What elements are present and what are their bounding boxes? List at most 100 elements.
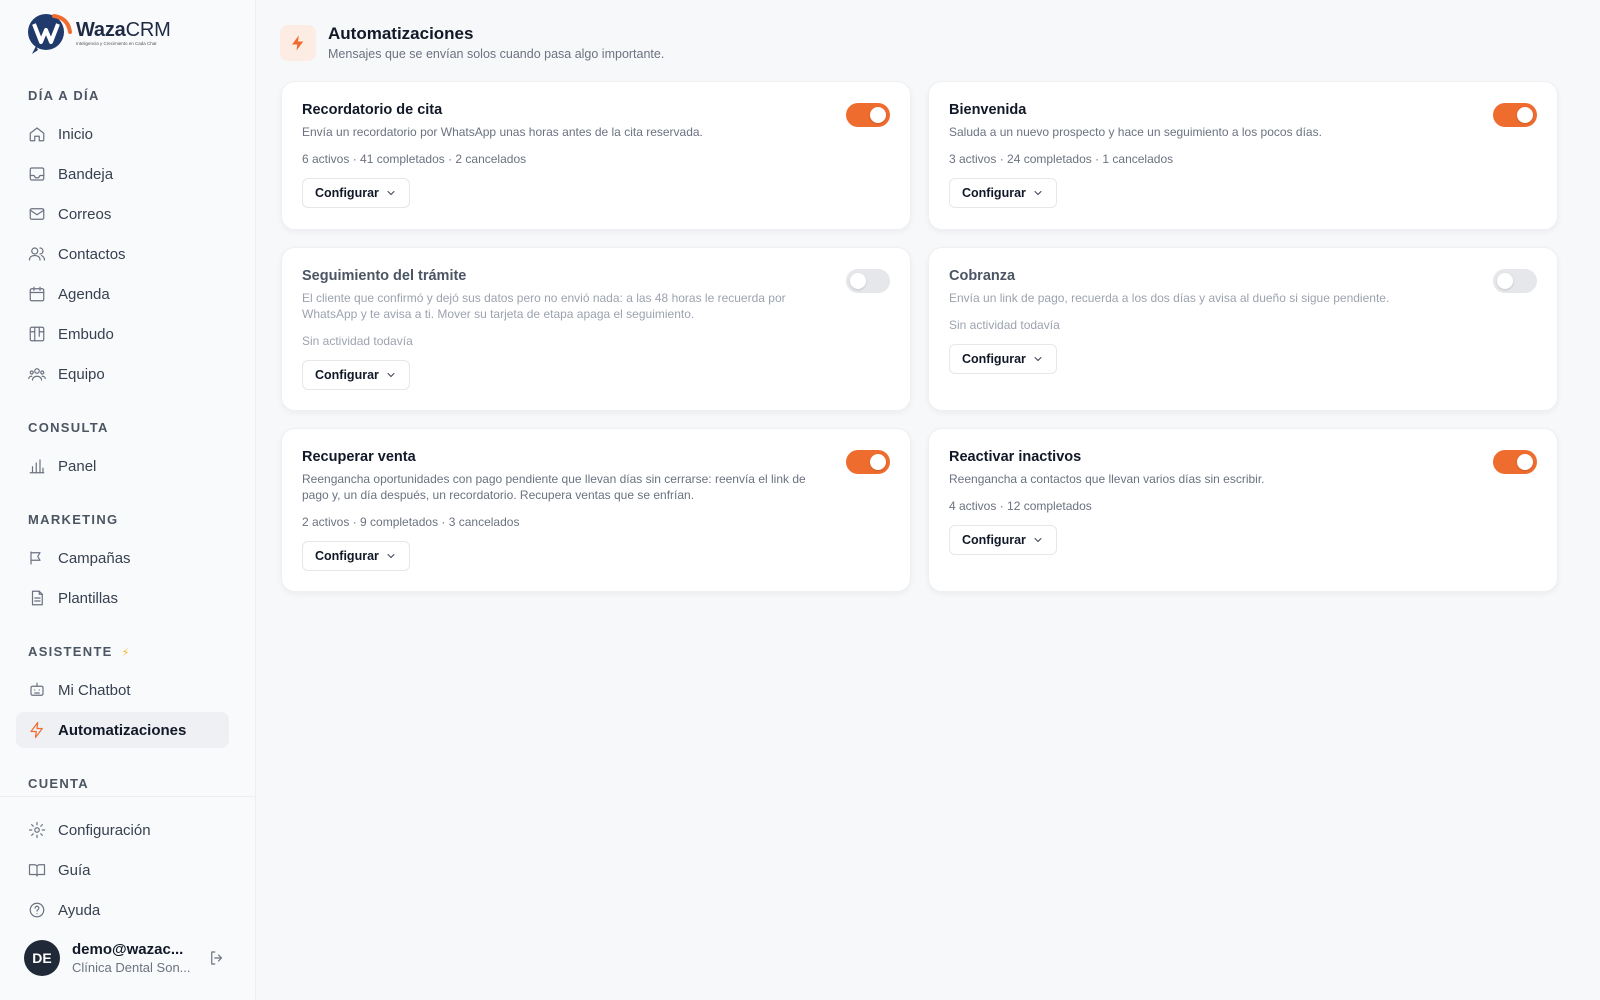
bolt-icon: [280, 24, 316, 61]
sidebar-item-bandeja[interactable]: Bandeja: [16, 156, 229, 192]
user-org: Clínica Dental Son...: [72, 960, 191, 975]
chevron-down-icon: [387, 373, 395, 377]
sidebar-item-plantillas[interactable]: Plantillas: [16, 580, 229, 616]
book-icon: [28, 861, 46, 879]
section-title-dia-a-dia: DÍA A DÍA: [28, 88, 100, 103]
card-title: Recordatorio de cita: [302, 102, 443, 118]
section-title-text: ASISTENTE: [28, 644, 113, 659]
configure-label: Configurar: [962, 533, 1026, 547]
card-stats: 3 activos · 24 completados · 1 cancelado…: [949, 152, 1174, 166]
toggle-knob: [870, 107, 886, 123]
sidebar-item-correos[interactable]: Correos: [16, 196, 229, 232]
home-icon: [28, 125, 46, 143]
gear-icon: [28, 821, 46, 839]
chevron-down-icon: [1034, 357, 1042, 361]
configure-button[interactable]: Configurar: [949, 525, 1057, 555]
sidebar-item-equipo[interactable]: Equipo: [16, 356, 229, 392]
card-title: Recuperar venta: [302, 449, 416, 465]
sidebar-item-label: Panel: [58, 457, 97, 475]
card-description: Reengancha oportunidades con pago pendie…: [302, 472, 806, 502]
enable-toggle[interactable]: [1493, 103, 1537, 127]
automation-card-recordatorio: Recordatorio de cita Envía un recordator…: [281, 81, 911, 230]
sidebar-item-panel[interactable]: Panel: [16, 448, 229, 484]
automation-card-bienvenida: Bienvenida Saluda a un nuevo prospecto y…: [928, 81, 1558, 230]
sidebar-item-ayuda[interactable]: Ayuda: [16, 892, 229, 928]
toggle-knob: [1517, 107, 1533, 123]
sidebar: WazaCRM Inteligencia y Crecimiento en Ca…: [0, 0, 256, 1000]
section-title-asistente: ASISTENTE ⚡: [28, 644, 131, 659]
configure-button[interactable]: Configurar: [302, 541, 410, 571]
section-title-consulta: CONSULTA: [28, 420, 109, 435]
enable-toggle[interactable]: [1493, 450, 1537, 474]
automation-card-seguimiento: Seguimiento del trámite El cliente que c…: [281, 247, 911, 411]
configure-button[interactable]: Configurar: [949, 178, 1057, 208]
sidebar-item-label: Guía: [58, 861, 91, 879]
mail-icon: [28, 205, 46, 223]
card-title: Bienvenida: [949, 102, 1027, 118]
sidebar-item-label: Plantillas: [58, 589, 119, 607]
card-description: El cliente que confirmó y dejó sus datos…: [302, 291, 786, 321]
sidebar-item-label: Mi Chatbot: [58, 681, 131, 699]
page-header: Automatizaciones Mensajes que se envían …: [280, 24, 664, 61]
sidebar-item-label: Embudo: [58, 325, 114, 343]
sidebar-item-guia[interactable]: Guía: [16, 852, 229, 888]
card-description: Reengancha a contactos que llevan varios…: [949, 472, 1265, 486]
enable-toggle[interactable]: [846, 269, 890, 293]
brand-name-bold: Waza: [76, 18, 126, 41]
sidebar-item-configuracion[interactable]: Configuración: [16, 812, 229, 848]
sidebar-item-automatizaciones[interactable]: Automatizaciones: [16, 712, 229, 748]
page-subtitle: Mensajes que se envían solos cuando pasa…: [328, 47, 665, 61]
sidebar-item-campanas[interactable]: Campañas: [16, 540, 229, 576]
automation-card-reactivar: Reactivar inactivos Reengancha a contact…: [928, 428, 1558, 592]
help-icon: [28, 901, 46, 919]
configure-button[interactable]: Configurar: [302, 178, 410, 208]
sidebar-item-label: Contactos: [58, 245, 126, 263]
bolt-icon: [28, 721, 46, 739]
chevron-down-icon: [1034, 191, 1042, 195]
automation-card-cobranza: Cobranza Envía un link de pago, recuerda…: [928, 247, 1558, 411]
enable-toggle[interactable]: [846, 103, 890, 127]
enable-toggle[interactable]: [846, 450, 890, 474]
brand-tagline: Inteligencia y Crecimiento en Cada Chat: [76, 40, 157, 46]
sidebar-item-agenda[interactable]: Agenda: [16, 276, 229, 312]
inbox-icon: [28, 165, 46, 183]
megaphone-icon: [28, 549, 46, 567]
sidebar-item-label: Campañas: [58, 549, 131, 567]
section-title-cuenta: CUENTA: [28, 776, 89, 791]
logo-icon: [28, 14, 72, 54]
sidebar-item-mi-chatbot[interactable]: Mi Chatbot: [16, 672, 229, 708]
sidebar-item-label: Ayuda: [58, 901, 101, 919]
configure-button[interactable]: Configurar: [302, 360, 410, 390]
team-icon: [28, 365, 46, 383]
contacts-icon: [28, 245, 46, 263]
sidebar-divider: [0, 796, 256, 797]
sidebar-item-label: Correos: [58, 205, 112, 223]
file-icon: [28, 589, 46, 607]
user-email: demo@wazac...: [72, 941, 184, 958]
card-stats: 4 activos · 12 completados: [949, 499, 1092, 513]
card-title: Cobranza: [949, 268, 1016, 284]
sidebar-item-label: Automatizaciones: [58, 721, 187, 739]
toggle-knob: [1497, 273, 1513, 289]
toggle-knob: [1517, 454, 1533, 470]
card-stats: Sin actividad todavía: [949, 318, 1060, 332]
sidebar-item-label: Equipo: [58, 365, 105, 383]
bar-chart-icon: [28, 457, 46, 475]
sidebar-item-contactos[interactable]: Contactos: [16, 236, 229, 272]
card-stats: 2 activos · 9 completados · 3 cancelados: [302, 515, 520, 529]
configure-label: Configurar: [315, 368, 379, 382]
brand-logo[interactable]: WazaCRM Inteligencia y Crecimiento en Ca…: [24, 10, 171, 54]
sidebar-item-inicio[interactable]: Inicio: [16, 116, 229, 152]
sidebar-item-label: Configuración: [58, 821, 151, 839]
funnel-icon: [28, 325, 46, 343]
configure-button[interactable]: Configurar: [949, 344, 1057, 374]
sidebar-item-label: Inicio: [58, 125, 94, 143]
user-profile[interactable]: DE demo@wazac... Clínica Dental Son...: [24, 940, 236, 976]
chevron-down-icon: [1034, 538, 1042, 542]
logout-icon[interactable]: [208, 949, 226, 967]
card-title: Seguimiento del trámite: [302, 268, 467, 284]
enable-toggle[interactable]: [1493, 269, 1537, 293]
bot-icon: [28, 681, 46, 699]
sidebar-item-embudo[interactable]: Embudo: [16, 316, 229, 352]
chevron-down-icon: [387, 554, 395, 558]
